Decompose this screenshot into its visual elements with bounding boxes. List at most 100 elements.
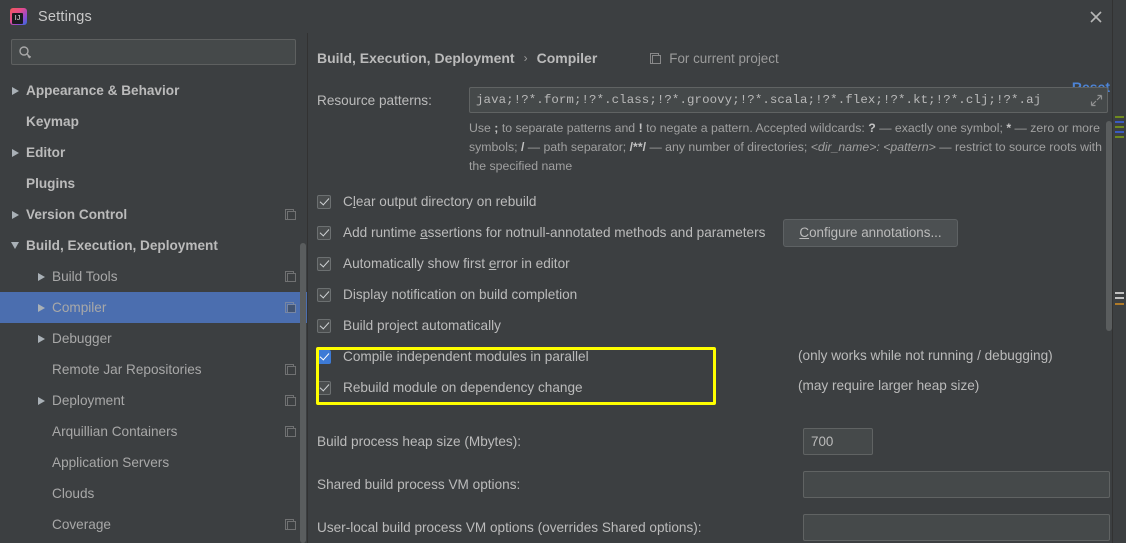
sidebar-item-label: Deployment xyxy=(52,393,125,408)
input-shared-build-process-vm-options[interactable] xyxy=(803,471,1110,498)
configure-annotations-button[interactable]: Configure annotations... xyxy=(783,218,958,247)
for-current-project-text: For current project xyxy=(669,50,779,66)
resource-patterns-hint: Use ; to separate patterns and ! to nega… xyxy=(469,119,1126,176)
hint-pattern: <pattern> xyxy=(883,140,936,154)
hint-globstar: /**/ xyxy=(629,140,647,154)
side-note-build-automatically: (only works while not running / debuggin… xyxy=(798,348,1053,363)
project-scope-icon xyxy=(284,208,297,221)
compiler-options-checkbox-group: Clear output directory on rebuild Add run… xyxy=(317,186,1126,403)
checkbox-label: Display notification on build completion xyxy=(343,287,578,302)
sidebar-item-arquillian-containers[interactable]: Arquillian Containers xyxy=(0,416,307,447)
checkbox-display-notification-on-build-completion[interactable] xyxy=(317,287,331,302)
search-icon xyxy=(18,45,33,60)
hint-one-symbol: — exactly one symbol; xyxy=(875,121,1007,135)
sidebar-item-keymap[interactable]: Keymap xyxy=(0,106,307,137)
input-build-process-heap-size-mbytes[interactable] xyxy=(803,428,873,455)
sidebar-item-label: Plugins xyxy=(26,176,76,191)
checkbox-label: Compile independent modules in parallel xyxy=(343,349,589,364)
chevron-right-icon[interactable] xyxy=(8,86,22,95)
project-scope-icon xyxy=(284,518,297,531)
checkbox-row[interactable]: Display notification on build completion xyxy=(317,279,1126,310)
checkbox-row[interactable]: Add runtime assertions for notnull-annot… xyxy=(317,217,1126,248)
input-user-local-build-process-vm-options-overrides-shared-options[interactable] xyxy=(803,514,1110,541)
sidebar-scrollbar[interactable] xyxy=(300,243,306,543)
window-title: Settings xyxy=(38,8,92,25)
chevron-right-icon[interactable] xyxy=(34,334,48,343)
build-process-fields: Build process heap size (Mbytes): Shared … xyxy=(317,420,1126,543)
resource-patterns-input[interactable]: java;!?*.form;!?*.class;!?*.groovy;!?*.s… xyxy=(469,87,1108,113)
sidebar-item-label: Appearance & Behavior xyxy=(26,83,180,98)
hint-use: Use xyxy=(469,121,495,135)
sidebar-item-label: Arquillian Containers xyxy=(52,424,178,439)
checkbox-rebuild-module-on-dependency-change[interactable] xyxy=(317,380,331,395)
search-input[interactable] xyxy=(33,41,289,63)
sidebar-item-label: Version Control xyxy=(26,207,128,222)
sidebar-item-build-tools[interactable]: Build Tools xyxy=(0,261,307,292)
checkbox-row[interactable]: Rebuild module on dependency change xyxy=(317,372,1126,403)
gutter-marker xyxy=(1115,126,1124,128)
sidebar-item-plugins[interactable]: Plugins xyxy=(0,168,307,199)
project-scope-icon xyxy=(649,52,662,65)
chevron-right-icon[interactable] xyxy=(8,210,22,219)
project-scope-icon xyxy=(284,363,297,376)
sidebar-item-editor[interactable]: Editor xyxy=(0,137,307,168)
sidebar-item-version-control[interactable]: Version Control xyxy=(0,199,307,230)
resource-patterns-value: java;!?*.form;!?*.class;!?*.groovy;!?*.s… xyxy=(476,93,1042,107)
sidebar-item-debugger[interactable]: Debugger xyxy=(0,323,307,354)
close-icon[interactable] xyxy=(1084,5,1108,29)
breadcrumb-parent[interactable]: Build, Execution, Deployment xyxy=(317,50,515,66)
project-scope-icon xyxy=(284,425,297,438)
settings-sidebar: Appearance & Behavior Keymap Editor Plugins… xyxy=(0,33,308,543)
sidebar-item-label: Build Tools xyxy=(52,269,118,284)
sidebar-item-label: Coverage xyxy=(52,517,111,532)
breadcrumb-separator-icon: › xyxy=(523,51,528,65)
field-label: Build process heap size (Mbytes): xyxy=(317,434,521,449)
settings-window: Settings xyxy=(0,0,1126,543)
gutter-marker xyxy=(1115,121,1124,123)
sidebar-item-compiler[interactable]: Compiler xyxy=(0,292,307,323)
hint-wildcards-text: to negate a pattern. Accepted wildcards: xyxy=(642,121,869,135)
sidebar-item-label: Compiler xyxy=(52,300,107,315)
checkbox-row[interactable]: Automatically show first error in editor xyxy=(317,248,1126,279)
gutter-marker xyxy=(1115,297,1124,299)
checkbox-clear-output-directory-on-rebuild[interactable] xyxy=(317,194,331,209)
breadcrumb-current: Compiler xyxy=(536,50,598,66)
sidebar-item-appearance-behavior[interactable]: Appearance & Behavior xyxy=(0,75,307,106)
sidebar-item-label: Application Servers xyxy=(52,455,170,470)
checkbox-label: Build project automatically xyxy=(343,318,501,333)
search-box[interactable] xyxy=(11,39,296,65)
sidebar-item-application-servers[interactable]: Application Servers xyxy=(0,447,307,478)
field-label: Shared build process VM options: xyxy=(317,477,521,492)
checkbox-label: Automatically show first error in editor xyxy=(343,256,570,271)
sidebar-item-deployment[interactable]: Deployment xyxy=(0,385,307,416)
side-note-parallel-heap: (may require larger heap size) xyxy=(798,378,980,393)
checkbox-build-project-automatically[interactable] xyxy=(317,318,331,333)
checkbox-automatically-show-first-error-in-editor[interactable] xyxy=(317,256,331,271)
intellij-idea-icon xyxy=(10,8,27,25)
hint-any-dirs: — any number of directories; xyxy=(646,140,811,154)
sidebar-item-clouds[interactable]: Clouds xyxy=(0,478,307,509)
checkbox-row[interactable]: Build project automatically xyxy=(317,310,1126,341)
checkbox-label: Clear output directory on rebuild xyxy=(343,194,537,209)
sidebar-item-remote-jar-repositories[interactable]: Remote Jar Repositories xyxy=(0,354,307,385)
sidebar-item-build-execution-deployment[interactable]: Build, Execution, Deployment xyxy=(0,230,307,261)
chevron-right-icon[interactable] xyxy=(8,148,22,157)
resource-patterns-row: Resource patterns: java;!?*.form;!?*.cla… xyxy=(317,87,1126,113)
sidebar-item-label: Keymap xyxy=(26,114,79,129)
settings-tree: Appearance & Behavior Keymap Editor Plugins… xyxy=(0,74,307,543)
chevron-right-icon[interactable] xyxy=(34,303,48,312)
for-current-project-label: For current project xyxy=(649,50,779,66)
checkbox-add-runtime-assertions-for-notnull-annotated-methods-and-parameters[interactable] xyxy=(317,225,331,240)
gutter-marker xyxy=(1115,116,1124,118)
chevron-down-icon[interactable] xyxy=(8,242,22,249)
chevron-right-icon[interactable] xyxy=(34,272,48,281)
project-scope-icon xyxy=(284,270,297,283)
field-row: Build process heap size (Mbytes): xyxy=(317,420,1126,463)
checkbox-compile-independent-modules-in-parallel[interactable] xyxy=(317,349,331,364)
checkbox-row[interactable]: Clear output directory on rebuild xyxy=(317,186,1126,217)
hint-dirname: <dir_name>: xyxy=(810,140,880,154)
chevron-right-icon[interactable] xyxy=(34,396,48,405)
resource-patterns-label: Resource patterns: xyxy=(317,92,432,108)
sidebar-item-coverage[interactable]: Coverage xyxy=(0,509,307,540)
expand-field-icon[interactable] xyxy=(1090,94,1103,107)
